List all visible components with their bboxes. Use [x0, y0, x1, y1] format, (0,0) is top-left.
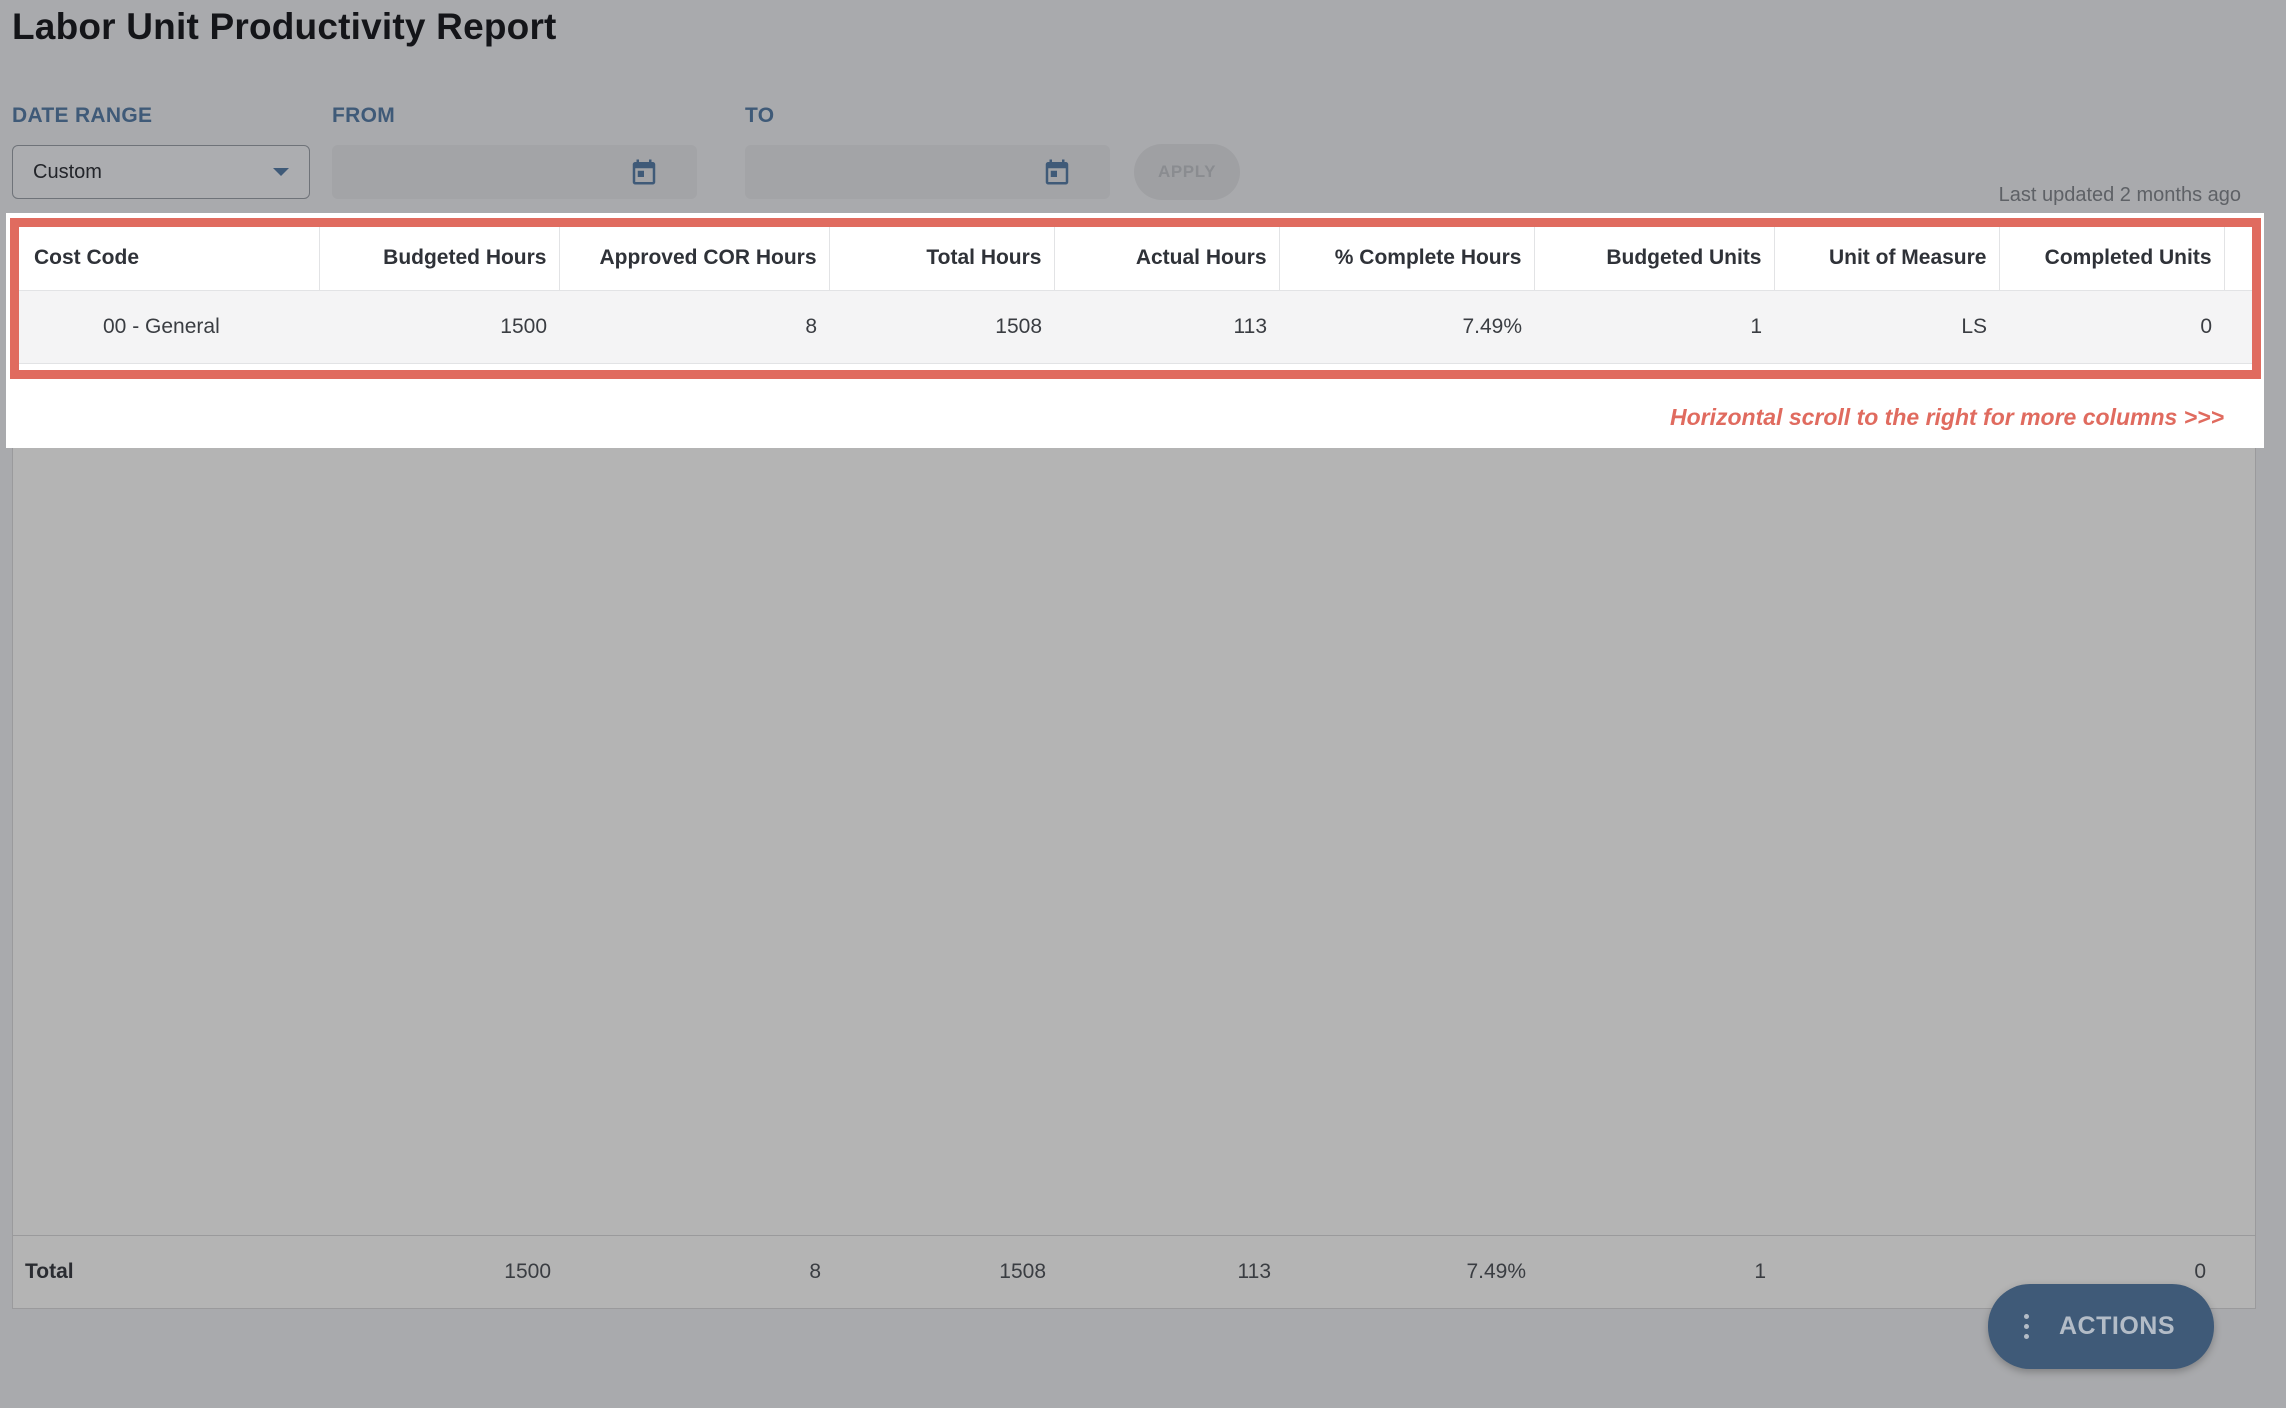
column-header-overflow — [2224, 227, 2252, 291]
column-header[interactable]: Unit of Measure — [1774, 227, 2000, 291]
column-header[interactable]: Budgeted Hours — [319, 227, 560, 291]
table-header-row: Cost Code Budgeted Hours Approved COR Ho… — [19, 227, 2252, 291]
column-header[interactable]: Completed Units — [1999, 227, 2225, 291]
column-header[interactable]: Approved COR Hours — [559, 227, 830, 291]
page-title: Labor Unit Productivity Report — [12, 6, 557, 47]
date-range-select[interactable]: Custom — [12, 145, 310, 199]
from-date-field[interactable] — [332, 145, 697, 199]
report-table: Cost Code Budgeted Hours Approved COR Ho… — [19, 227, 2252, 364]
date-range-label: DATE RANGE — [12, 104, 153, 127]
to-label: TO — [745, 104, 775, 127]
cell-unit-of-measure: LS — [1774, 290, 1999, 364]
apply-button[interactable]: APPLY — [1134, 144, 1240, 200]
total-approved-cor-hours: 8 — [809, 1260, 821, 1283]
actions-label: ACTIONS — [2059, 1312, 2175, 1340]
date-range-value: Custom — [33, 160, 102, 183]
column-header[interactable]: Cost Code — [19, 227, 320, 291]
table-highlight-frame[interactable]: Cost Code Budgeted Hours Approved COR Ho… — [10, 218, 2261, 379]
cell-overflow — [2224, 290, 2252, 364]
table-row[interactable]: 00 - General 1500 8 1508 113 7.49% 1 LS … — [19, 290, 2252, 364]
kebab-icon — [2024, 1314, 2029, 1339]
total-row: Total 1500 8 1508 113 7.49% 1 0 — [12, 1235, 2256, 1308]
total-percent-complete-hours: 7.49% — [1466, 1260, 1526, 1283]
from-label: FROM — [332, 104, 396, 127]
cell-approved-cor-hours: 8 — [559, 290, 829, 364]
cell-budgeted-hours: 1500 — [319, 290, 559, 364]
cell-total-hours: 1508 — [829, 290, 1054, 364]
cell-cost-code: 00 - General — [19, 290, 319, 364]
cell-completed-units: 0 — [1999, 290, 2224, 364]
to-date-field[interactable] — [745, 145, 1110, 199]
column-header[interactable]: Total Hours — [829, 227, 1055, 291]
column-header[interactable]: % Complete Hours — [1279, 227, 1535, 291]
scroll-hint-annotation: Horizontal scroll to the right for more … — [1670, 404, 2224, 430]
actions-button[interactable]: ACTIONS — [1988, 1284, 2214, 1369]
total-budgeted-units: 1 — [1754, 1260, 1766, 1283]
total-total-hours: 1508 — [999, 1260, 1046, 1283]
calendar-icon[interactable] — [1042, 157, 1072, 187]
calendar-icon[interactable] — [629, 157, 659, 187]
column-header[interactable]: Actual Hours — [1054, 227, 1280, 291]
cell-percent-complete-hours: 7.49% — [1279, 290, 1534, 364]
total-label: Total — [25, 1260, 74, 1283]
cell-budgeted-units: 1 — [1534, 290, 1774, 364]
total-budgeted-hours: 1500 — [504, 1260, 551, 1283]
last-updated-text: Last updated 2 months ago — [1998, 184, 2241, 206]
total-actual-hours: 113 — [1237, 1260, 1271, 1283]
chevron-down-icon — [273, 168, 289, 176]
column-header[interactable]: Budgeted Units — [1534, 227, 1775, 291]
total-completed-units: 0 — [2194, 1260, 2206, 1283]
cell-actual-hours: 113 — [1054, 290, 1279, 364]
